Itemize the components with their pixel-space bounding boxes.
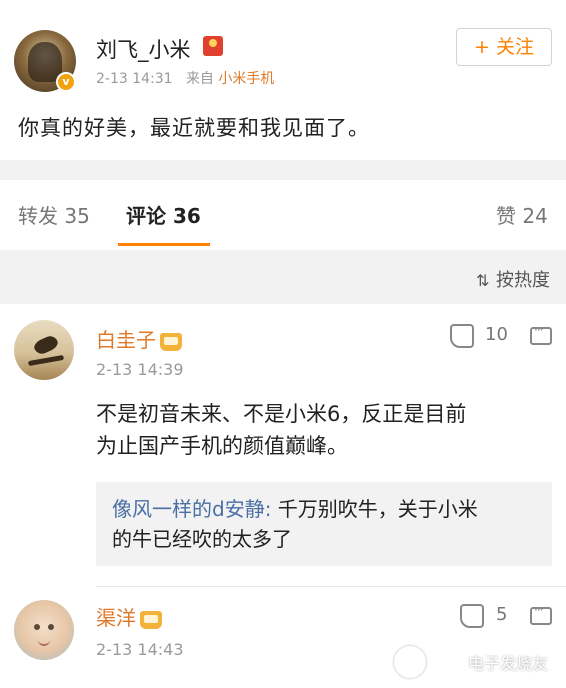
reply-author[interactable]: 像风一样的d安静: (112, 497, 271, 521)
comment-separator (96, 586, 566, 587)
watermark-logo-icon (394, 646, 426, 678)
post-meta: 2-13 14:31 来自 小米手机 (96, 68, 274, 88)
post-source[interactable]: 小米手机 (218, 71, 274, 87)
watermark: 电子发烧友 (467, 654, 548, 673)
comment-text-line: 为止国产手机的颜值巅峰。 (96, 434, 348, 458)
tab-forward[interactable]: 转发 35 (18, 200, 90, 229)
comment-author[interactable]: 白圭子 (96, 324, 182, 353)
comment-time: 2-13 14:43 (96, 640, 184, 659)
member-crown-icon (160, 332, 182, 351)
comment-text: 不是初音未来、不是小米6，反正是目前 为止国产手机的颜值巅峰。 (96, 398, 466, 462)
comment-time: 2-13 14:39 (96, 360, 184, 379)
comment-like-count: 5 (496, 604, 508, 625)
comment-author-name[interactable]: 渠洋 (96, 606, 136, 630)
comment-avatar[interactable] (14, 600, 74, 660)
active-tab-indicator (118, 243, 210, 246)
follow-button[interactable]: + 关注 (456, 28, 552, 66)
verified-badge-icon: v (56, 72, 76, 92)
thumbs-up-icon[interactable] (450, 324, 474, 348)
nested-reply: 像风一样的d安静: 千万别吹牛，关于小米 的牛已经吹的太多了 (112, 494, 537, 554)
reply-comment-icon[interactable] (530, 323, 552, 345)
sort-by-hot-button[interactable]: ⇅ 按热度 (476, 266, 550, 292)
member-crown-icon (140, 610, 162, 629)
sort-icon: ⇅ (476, 271, 490, 290)
reply-comment-icon[interactable] (530, 603, 552, 625)
comment-avatar[interactable] (14, 320, 74, 380)
tab-comment[interactable]: 评论 36 (126, 200, 201, 229)
thumbs-up-icon[interactable] (460, 604, 484, 628)
reply-text-continued: 的牛已经吹的太多了 (112, 527, 292, 551)
post-author-name[interactable]: 刘飞_小米 (96, 34, 191, 64)
tab-like[interactable]: 赞 24 (496, 200, 548, 229)
section-divider (0, 160, 566, 180)
post-time: 2-13 14:31 (96, 71, 173, 87)
comment-author-name[interactable]: 白圭子 (96, 328, 156, 352)
comment-author[interactable]: 渠洋 (96, 602, 162, 631)
red-packet-icon (203, 36, 223, 56)
comment-text-line: 不是初音未来、不是小米6，反正是目前 (96, 402, 467, 426)
post-text: 你真的好美，最近就要和我见面了。 (18, 116, 370, 140)
sort-label: 按热度 (496, 270, 550, 291)
post-source-prefix: 来自 (185, 71, 214, 87)
comment-like-count: 10 (485, 324, 508, 345)
reply-text: 千万别吹牛，关于小米 (271, 497, 478, 521)
